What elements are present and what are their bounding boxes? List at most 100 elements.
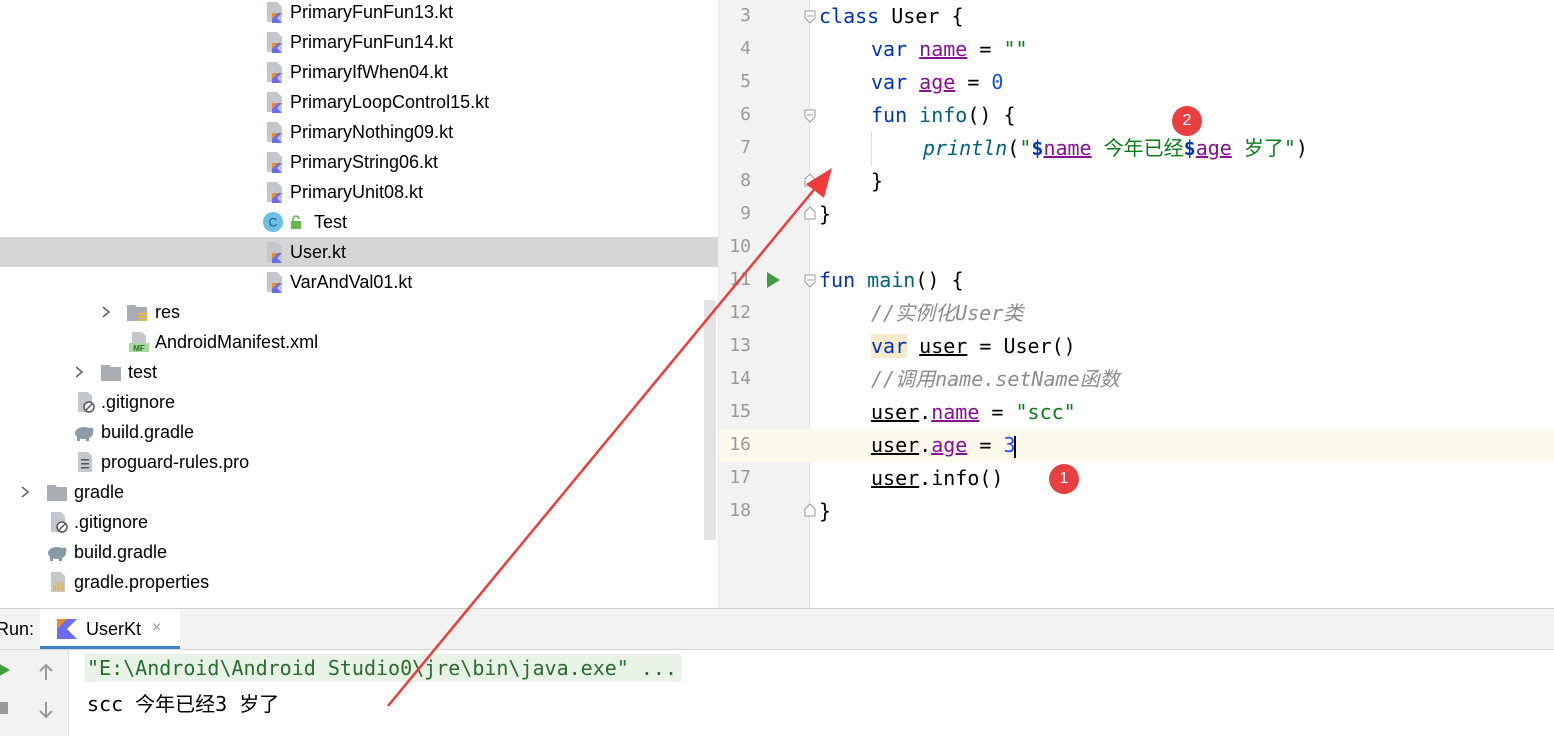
code-line: 8 } [719,165,1554,198]
text-file-icon [78,452,92,472]
chevron-right-icon[interactable] [19,485,31,499]
code-text: var name = "" [871,37,1028,61]
gradle-icon [75,427,94,441]
code-text: class User { [819,4,964,28]
kotlin-file-icon [267,92,282,113]
line-number: 9 [740,203,751,224]
tree-item-gradle-properties[interactable]: gradle.properties [0,567,718,597]
fold-end-icon[interactable] [803,503,817,517]
code-line: 15 user.name = "scc" [719,396,1554,429]
tree-item-gitignore-root[interactable]: .gitignore [0,507,718,537]
code-text: user.info() [871,466,1004,490]
line-number: 7 [740,137,751,158]
code-text: var age = 0 [871,70,1004,94]
tree-item-varandval01[interactable]: VarAndVal01.kt [0,267,718,297]
fold-icon[interactable] [803,109,817,123]
line-number: 16 [729,434,751,455]
kotlin-file-icon [267,242,282,263]
tree-item-user-kt[interactable]: User.kt [0,237,718,267]
tree-item-label: .gitignore [101,392,176,412]
folder-icon [101,365,121,381]
code-text: } [819,499,832,523]
tree-item-label: PrimaryIfWhen04.kt [290,62,449,82]
kotlin-file-icon [267,152,282,173]
fold-end-icon[interactable] [803,206,817,220]
arrow-up-icon[interactable] [36,662,56,682]
code-line: 12 //实例化User类 [719,297,1554,330]
console-command: "E:\Android\Android Studio0\jre\bin\java… [85,654,682,682]
svg-text:C: C [269,216,278,230]
code-line: 17 user.info() [719,462,1554,495]
tree-item-label: PrimaryUnit08.kt [290,182,424,202]
tree-item-label: PrimaryFunFun14.kt [290,32,454,52]
tree-item-proguard-rules[interactable]: proguard-rules.pro [0,447,718,477]
tree-item-primaryunit08[interactable]: PrimaryUnit08.kt [0,177,718,207]
lock-icon [291,215,301,229]
gradle-icon [48,547,67,561]
resource-folder-icon [127,305,147,321]
line-number: 12 [729,302,751,323]
code-text: } [819,202,832,226]
code-editor[interactable]: 3 class User { 4 var name = "" 5 var age… [718,0,1554,608]
stop-icon[interactable] [0,698,12,718]
line-number: 4 [740,38,751,59]
tree-scrollbar[interactable] [704,300,716,540]
run-tab-label: UserKt [86,619,142,639]
project-tree: PrimaryFunFun13.kt PrimaryFunFun14.kt Pr… [0,0,718,608]
close-icon[interactable]: × [152,619,161,637]
tree-item-label: PrimaryLoopControl15.kt [290,92,490,112]
run-gutter-icon[interactable] [765,271,781,289]
code-line: 3 class User { [719,0,1554,33]
code-text: user.age = 3 [871,433,1016,458]
tree-item-label: PrimaryFunFun13.kt [290,2,454,22]
arrow-down-icon[interactable] [36,700,56,720]
tree-item-gradle-folder[interactable]: gradle [0,477,718,507]
kotlin-file-icon [267,122,282,143]
tree-item-primaryfunfun13[interactable]: PrimaryFunFun13.kt [0,0,718,27]
tree-item-test-class[interactable]: C Test [0,207,718,237]
code-line: 14 //调用name.setName函数 [719,363,1554,396]
tree-item-primaryloopcontrol15[interactable]: PrimaryLoopControl15.kt [0,87,718,117]
tree-item-res[interactable]: res [0,297,718,327]
chevron-right-icon[interactable] [73,365,85,379]
fold-icon[interactable] [803,274,817,288]
code-line: 4 var name = "" [719,33,1554,66]
fold-end-icon[interactable] [803,173,817,187]
folder-icon [47,485,67,501]
console-output: scc 今年已经3 岁了 [87,692,280,716]
tree-item-primaryifwhen04[interactable]: PrimaryIfWhen04.kt [0,57,718,87]
tree-item-test-folder[interactable]: test [0,357,718,387]
annotation-badge-1: 1 [1049,464,1079,494]
kotlin-icon [57,619,77,639]
kotlin-file-icon [267,182,282,203]
kotlin-file-icon [267,272,282,293]
run-panel: Run: UserKt × "E:\Android\Android Studio… [0,608,1554,736]
tree-item-primaryfunfun14[interactable]: PrimaryFunFun14.kt [0,27,718,57]
code-line: 18 } [719,495,1554,528]
code-comment: //调用name.setName函数 [871,367,1120,391]
line-number: 8 [740,170,751,191]
tree-item-primarynothing09[interactable]: PrimaryNothing09.kt [0,117,718,147]
tree-item-primarystring06[interactable]: PrimaryString06.kt [0,147,718,177]
kotlin-file-icon [267,62,282,83]
manifest-icon: MF [129,332,149,353]
line-number: 11 [729,269,751,290]
fold-icon[interactable] [803,10,817,24]
code-text: fun main() { [819,268,964,292]
run-tab-userkt[interactable]: UserKt × [40,609,180,649]
tree-item-label: PrimaryNothing09.kt [290,122,454,142]
rerun-icon[interactable] [0,660,12,680]
tree-item-build-gradle-root[interactable]: build.gradle [0,537,718,567]
tree-item-androidmanifest[interactable]: MF AndroidManifest.xml [0,327,718,357]
tree-item-build-gradle-module[interactable]: build.gradle [0,417,718,447]
tree-item-label: gradle [74,482,125,502]
tree-item-label: res [155,302,181,322]
run-tab-bar: Run: UserKt × [0,609,1554,650]
tree-item-gitignore-module[interactable]: .gitignore [0,387,718,417]
tree-item-label: VarAndVal01.kt [290,272,413,292]
line-number: 14 [729,368,751,389]
chevron-right-icon[interactable] [100,305,112,319]
line-number: 18 [729,500,751,521]
code-line: 13 var user = User() [719,330,1554,363]
tree-item-label: .gitignore [74,512,149,532]
